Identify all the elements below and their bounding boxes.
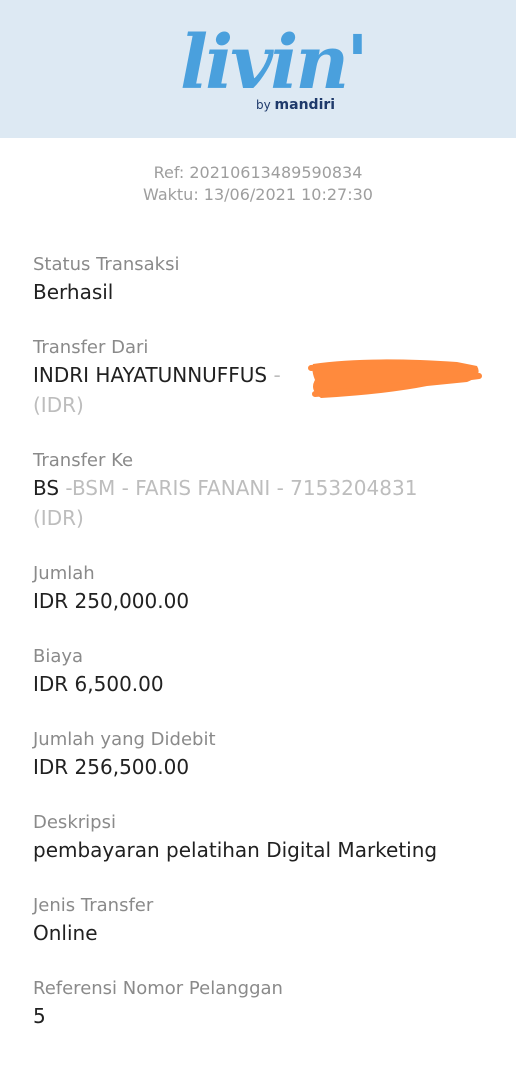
field-fee: Biaya IDR 6,500.00 xyxy=(33,645,493,699)
field-description: Deskripsi pembayaran pelatihan Digital M… xyxy=(33,811,493,865)
transfer-type-label: Jenis Transfer xyxy=(33,895,154,916)
app-header: livin' by mandiri xyxy=(0,0,516,138)
sender-separator: - xyxy=(267,363,281,387)
recipient-currency: (IDR) xyxy=(33,506,84,530)
redaction-scribble xyxy=(308,359,482,398)
fee-value: IDR 6,500.00 xyxy=(33,672,164,696)
field-amount: Jumlah IDR 250,000.00 xyxy=(33,562,493,616)
status-value: Berhasil xyxy=(33,280,114,304)
reference-number: Ref: 20210613489590834 xyxy=(153,163,363,182)
customer-reference-value: 5 xyxy=(33,1004,46,1028)
sender-name: INDRI HAYATUNNUFFUS xyxy=(33,363,268,387)
logo-by-text: by xyxy=(256,98,271,112)
recipient-detail: -BSM - FARIS FANANI - 7153204831 xyxy=(59,476,418,500)
transfer-type-value: Online xyxy=(33,921,98,945)
field-debited-amount: Jumlah yang Didebit IDR 256,500.00 xyxy=(33,728,493,782)
logo-brand-text: mandiri xyxy=(274,97,336,113)
amount-value: IDR 250,000.00 xyxy=(33,589,190,613)
amount-label: Jumlah xyxy=(33,563,95,584)
receipt-meta: Ref: 20210613489590834 Waktu: 13/06/2021… xyxy=(0,162,516,206)
description-label: Deskripsi xyxy=(33,812,116,833)
transaction-time: Waktu: 13/06/2021 10:27:30 xyxy=(143,185,373,204)
debited-label: Jumlah yang Didebit xyxy=(33,729,216,750)
field-transfer-type: Jenis Transfer Online xyxy=(33,894,493,948)
transfer-to-value: BS -BSM - FARIS FANANI - 7153204831 xyxy=(33,473,493,503)
field-status: Status Transaksi Berhasil xyxy=(33,253,493,307)
description-value: pembayaran pelatihan Digital Marketing xyxy=(33,838,438,862)
logo-wordmark: livin' xyxy=(180,20,366,106)
transfer-to-label: Transfer Ke xyxy=(33,450,134,471)
livin-logo: livin' xyxy=(180,20,369,106)
customer-reference-label: Referensi Nomor Pelanggan xyxy=(33,978,283,999)
fee-label: Biaya xyxy=(33,646,84,667)
field-transfer-to: Transfer Ke BS -BSM - FARIS FANANI - 715… xyxy=(33,449,493,533)
status-label: Status Transaksi xyxy=(33,254,180,275)
logo-byline: by mandiri xyxy=(256,97,335,113)
recipient-bank-code: BS xyxy=(33,476,60,500)
field-customer-reference: Referensi Nomor Pelanggan 5 xyxy=(33,977,493,1031)
debited-value: IDR 256,500.00 xyxy=(33,755,190,779)
